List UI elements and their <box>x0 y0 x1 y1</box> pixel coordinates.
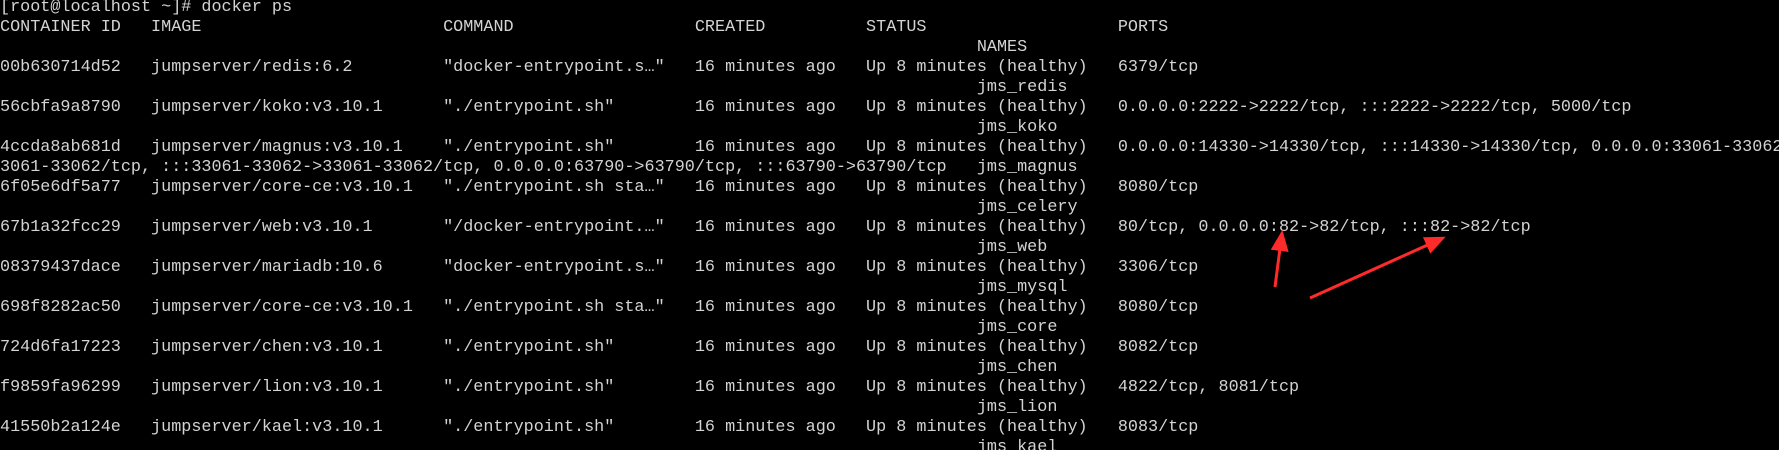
table-row-name: jms_core <box>0 318 1058 337</box>
table-row: 00b630714d52 jumpserver/redis:6.2 "docke… <box>0 58 1199 77</box>
annotation-arrow-1 <box>1270 230 1289 288</box>
terminal-window[interactable]: [root@localhost ~]# docker ps CONTAINER I… <box>0 0 1779 450</box>
annotation-arrow-2 <box>1309 236 1446 300</box>
table-row-name: jms_lion <box>0 398 1058 417</box>
table-row-name: jms_redis <box>0 78 1068 97</box>
table-row-name: jms_kael <box>0 438 1058 450</box>
table-row-wrap: 3061-33062/tcp, :::33061-33062->33061-33… <box>0 158 1078 177</box>
table-row-name: jms_celery <box>0 198 1078 217</box>
table-row: 67b1a32fcc29 jumpserver/web:v3.10.1 "/do… <box>0 218 1531 237</box>
table-row: 698f8282ac50 jumpserver/core-ce:v3.10.1 … <box>0 298 1199 317</box>
table-row: 724d6fa17223 jumpserver/chen:v3.10.1 "./… <box>0 338 1199 357</box>
table-row: f9859fa96299 jumpserver/lion:v3.10.1 "./… <box>0 378 1300 397</box>
table-row-name: jms_koko <box>0 118 1058 137</box>
table-row-name: jms_mysql <box>0 278 1068 297</box>
table-row: 41550b2a124e jumpserver/kael:v3.10.1 "./… <box>0 418 1199 437</box>
table-row: 4ccda8ab681d jumpserver/magnus:v3.10.1 "… <box>0 138 1779 157</box>
table-row-name: jms_web <box>0 238 1048 257</box>
table-row: 6f05e6df5a77 jumpserver/core-ce:v3.10.1 … <box>0 178 1199 197</box>
table-row-name: jms_chen <box>0 358 1058 377</box>
prompt-line: [root@localhost ~]# docker ps <box>0 0 293 17</box>
table-header-row: CONTAINER ID IMAGE COMMAND CREATED STATU… <box>0 18 1169 37</box>
table-row: 56cbfa9a8790 jumpserver/koko:v3.10.1 "./… <box>0 98 1632 117</box>
table-header-names: NAMES <box>0 38 1028 57</box>
table-row: 08379437dace jumpserver/mariadb:10.6 "do… <box>0 258 1199 277</box>
